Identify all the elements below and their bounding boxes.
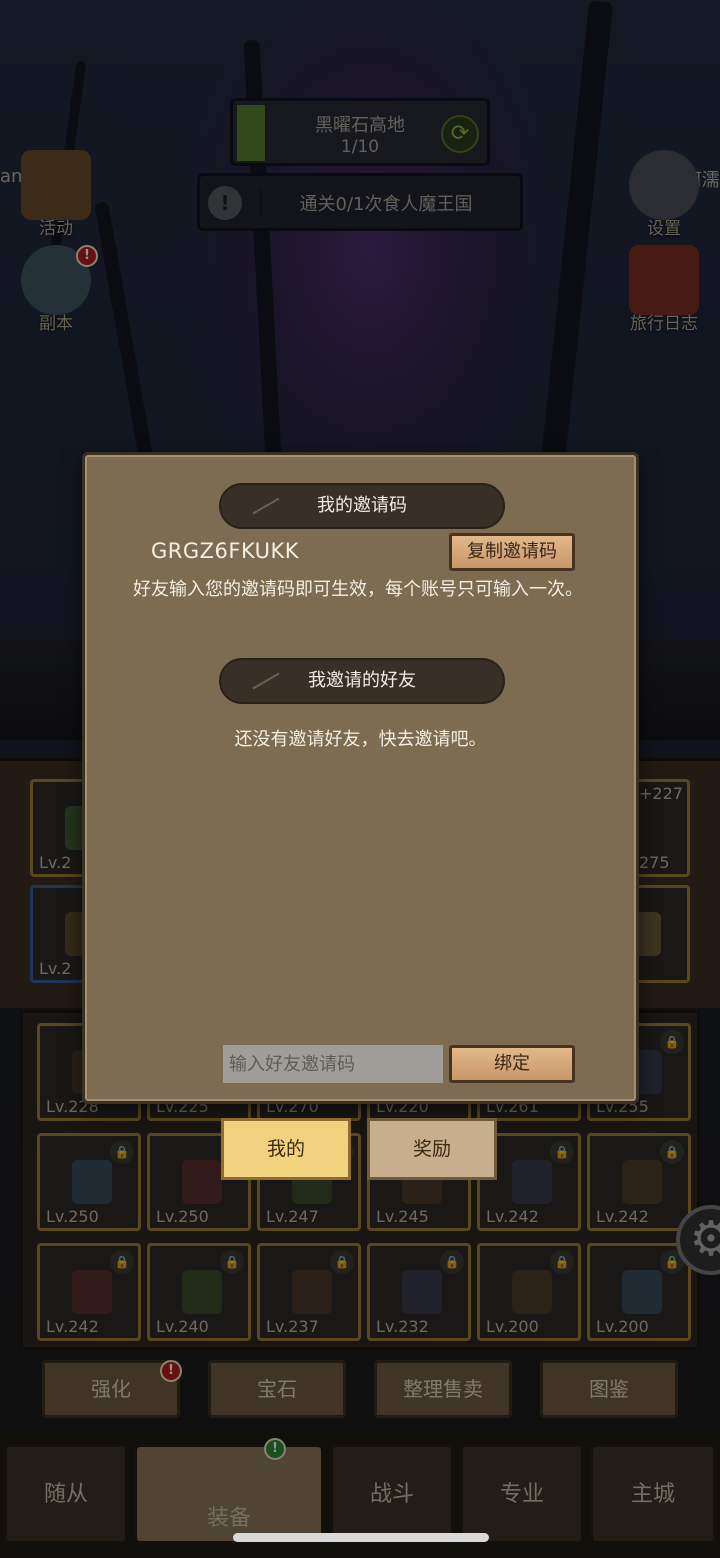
tab-reward[interactable]: 奖励 [367,1118,497,1180]
invited-friends-header: 我邀请的好友 [219,658,505,704]
home-indicator[interactable] [233,1533,489,1542]
tab-mine[interactable]: 我的 [221,1118,351,1180]
copy-code-button[interactable]: 复制邀请码 [449,533,575,571]
invite-code-input[interactable] [223,1045,443,1083]
bind-button[interactable]: 绑定 [449,1045,575,1083]
invite-description: 好友输入您的邀请码即可生效，每个账号只可输入一次。 [133,579,583,600]
invite-code: GRGZ6FKUKK [151,539,300,563]
empty-friends-message: 还没有邀请好友，快去邀请吧。 [234,729,487,750]
invite-dialog: 我的邀请码 GRGZ6FKUKK 复制邀请码 好友输入您的邀请码即可生效，每个账… [82,452,639,1104]
my-code-header: 我的邀请码 [219,483,505,529]
